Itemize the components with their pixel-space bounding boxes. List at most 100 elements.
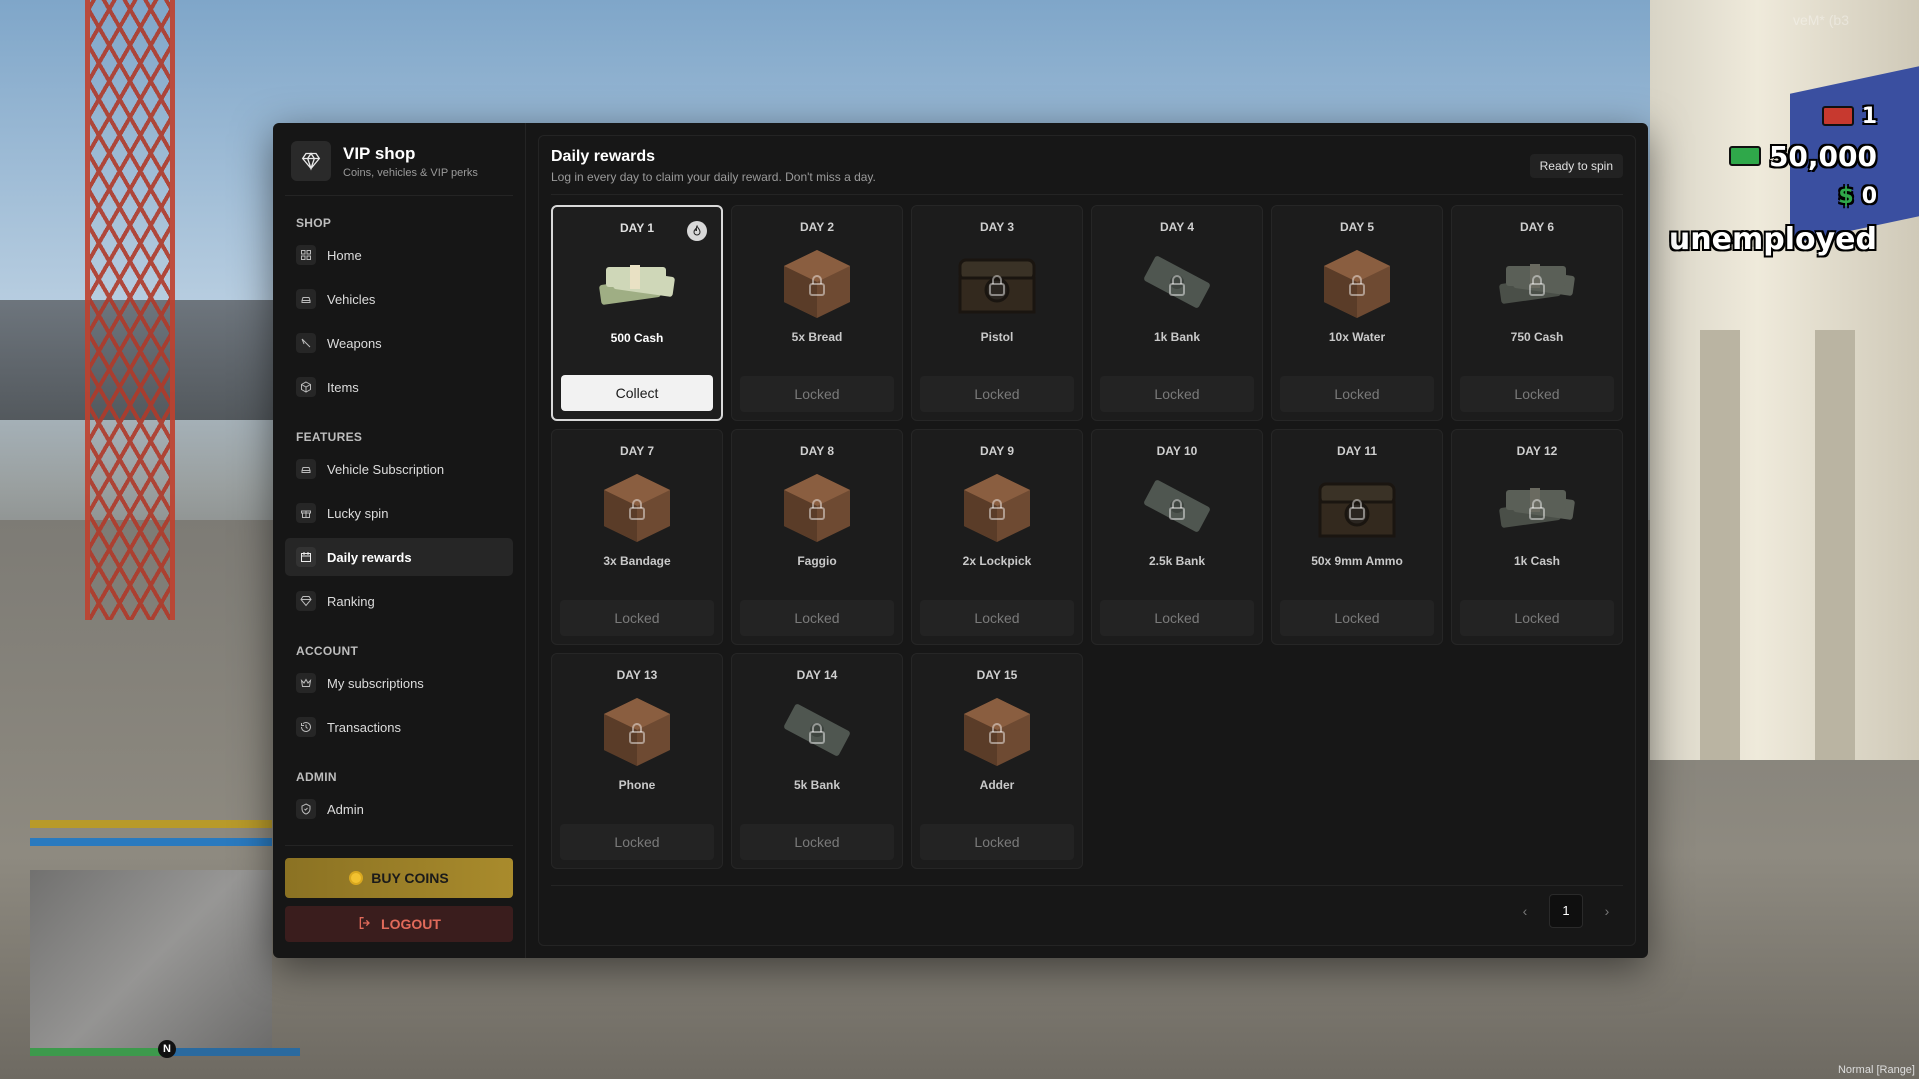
logout-button[interactable]: LOGOUT [285, 906, 513, 942]
gift-icon [296, 503, 316, 523]
locked-button: Locked [740, 376, 894, 412]
sidebar-item-vehicle-subscription[interactable]: Vehicle Subscription [285, 450, 513, 488]
main-area: Daily rewards Log in every day to claim … [526, 123, 1648, 958]
brand-subtitle: Coins, vehicles & VIP perks [343, 166, 478, 179]
cash-stack-icon [1492, 242, 1582, 324]
reward-card: DAY 5 10x Water Locked [1271, 205, 1443, 421]
page-number[interactable]: 1 [1549, 893, 1583, 928]
page-header-text: Daily rewards Log in every day to claim … [551, 148, 876, 184]
sidebar-item-label: My subscriptions [327, 675, 424, 691]
bank-note-icon [1132, 242, 1222, 324]
sidebar-item-items[interactable]: Items [285, 368, 513, 406]
reward-day-label: DAY 7 [619, 444, 655, 458]
brand: VIP shop Coins, vehicles & VIP perks [285, 139, 513, 196]
buy-coins-label: BUY COINS [371, 870, 449, 886]
sidebar-item-label: Lucky spin [327, 505, 389, 521]
coin-icon [349, 871, 364, 885]
sidebar-item-label: Daily rewards [327, 549, 412, 565]
car-icon [296, 459, 316, 479]
locked-button: Locked [560, 600, 714, 636]
hud-cash-value: 50,000 [1768, 139, 1877, 173]
reward-day-label: DAY 10 [1156, 444, 1198, 458]
pagination: ‹ 1 › [551, 885, 1623, 935]
sidebar-item-admin[interactable]: Admin [285, 790, 513, 828]
knife-icon [296, 333, 316, 353]
sidebar-item-lucky-spin[interactable]: Lucky spin [285, 494, 513, 532]
vip-shop-panel: VIP shop Coins, vehicles & VIP perks SHO… [273, 123, 1648, 958]
buy-coins-button[interactable]: BUY COINS [285, 858, 513, 898]
sidebar-item-label: Vehicles [327, 291, 376, 307]
reward-card: DAY 4 1k Bank Locked [1091, 205, 1263, 421]
pillar [1700, 330, 1740, 760]
chest-icon [952, 242, 1042, 324]
box-icon [952, 690, 1042, 772]
calendar-icon [296, 547, 316, 567]
reward-name: 1k Cash [1513, 554, 1561, 568]
locked-button: Locked [740, 824, 894, 860]
sidebar-item-home[interactable]: Home [285, 236, 513, 274]
reward-card: DAY 11 50x 9mm Ammo Locked [1271, 429, 1443, 645]
rewards-grid: DAY 1 500 Cash Collect DAY 2 5x Bread Locked D… [551, 205, 1623, 869]
sidebar-item-daily-rewards[interactable]: Daily rewards [285, 538, 513, 576]
reward-card: DAY 6 750 Cash Locked [1451, 205, 1623, 421]
section-shop: SHOP [296, 216, 332, 230]
box-icon [772, 242, 862, 324]
reward-name: 50x 9mm Ammo [1311, 554, 1403, 568]
sidebar-item-my-subscriptions[interactable]: My subscriptions [285, 664, 513, 702]
sidebar-item-weapons[interactable]: Weapons [285, 324, 513, 362]
section-admin: ADMIN [296, 770, 337, 784]
hud-cash-row: 50,000 [1669, 136, 1877, 176]
next-page-icon[interactable]: › [1597, 903, 1617, 919]
sidebar-item-label: Items [327, 379, 359, 395]
hud-money: 1 50,000 $ 0 unemployed [1669, 96, 1877, 258]
locked-button: Locked [920, 824, 1074, 860]
pillar [1815, 330, 1855, 760]
bank-note-icon [1132, 466, 1222, 548]
bank-note-icon [772, 690, 862, 772]
chest-icon [1312, 466, 1402, 548]
reward-card: DAY 13 Phone Locked [551, 653, 723, 869]
locked-button: Locked [1100, 600, 1254, 636]
collect-button[interactable]: Collect [561, 375, 713, 411]
reward-day-label: DAY 2 [799, 220, 835, 234]
sidebar-item-vehicles[interactable]: Vehicles [285, 280, 513, 318]
home-grid-icon [296, 245, 316, 265]
reward-card: DAY 12 1k Cash Locked [1451, 429, 1623, 645]
reward-card: DAY 10 2.5k Bank Locked [1091, 429, 1263, 645]
logout-icon [357, 915, 373, 934]
compass-north: N [158, 1040, 176, 1058]
box-icon [296, 377, 316, 397]
reward-name: 2.5k Bank [1148, 554, 1206, 568]
sidebar-item-label: Ranking [327, 593, 375, 609]
dirty-money-icon [1821, 106, 1854, 126]
reward-day-label: DAY 15 [976, 668, 1018, 682]
locked-button: Locked [1280, 600, 1434, 636]
prev-page-icon[interactable]: ‹ [1515, 903, 1535, 919]
reward-day-label: DAY 14 [796, 668, 838, 682]
cash-stack-icon [1492, 466, 1582, 548]
hud-wanted-value: 1 [1861, 103, 1877, 129]
reward-card[interactable]: DAY 1 500 Cash Collect [551, 205, 723, 421]
sidebar-item-label: Transactions [327, 719, 401, 735]
status-badge: Ready to spin [1529, 154, 1623, 178]
health-bar [30, 1048, 167, 1056]
shield-icon [296, 799, 316, 819]
reward-day-label: DAY 5 [1339, 220, 1375, 234]
sidebar-item-ranking[interactable]: Ranking [285, 582, 513, 620]
locked-button: Locked [920, 376, 1074, 412]
box-icon [592, 690, 682, 772]
reward-name: 1k Bank [1153, 330, 1201, 344]
sidebar-item-transactions[interactable]: Transactions [285, 708, 513, 746]
reward-name: 5k Bank [793, 778, 841, 792]
hud-bank-row: $ 0 [1669, 176, 1877, 216]
hud-bank-value: 0 [1861, 183, 1877, 209]
player-name-text: veM* (b3 [1792, 12, 1849, 28]
account-nav: My subscriptions Transactions [285, 664, 513, 752]
diamond-icon [291, 141, 331, 181]
diamond-icon [296, 591, 316, 611]
page-subtitle: Log in every day to claim your daily rew… [551, 170, 876, 184]
reward-day-label: DAY 4 [1159, 220, 1195, 234]
page-title: Daily rewards [551, 148, 656, 165]
car-icon [296, 289, 316, 309]
reward-card: DAY 15 Adder Locked [911, 653, 1083, 869]
